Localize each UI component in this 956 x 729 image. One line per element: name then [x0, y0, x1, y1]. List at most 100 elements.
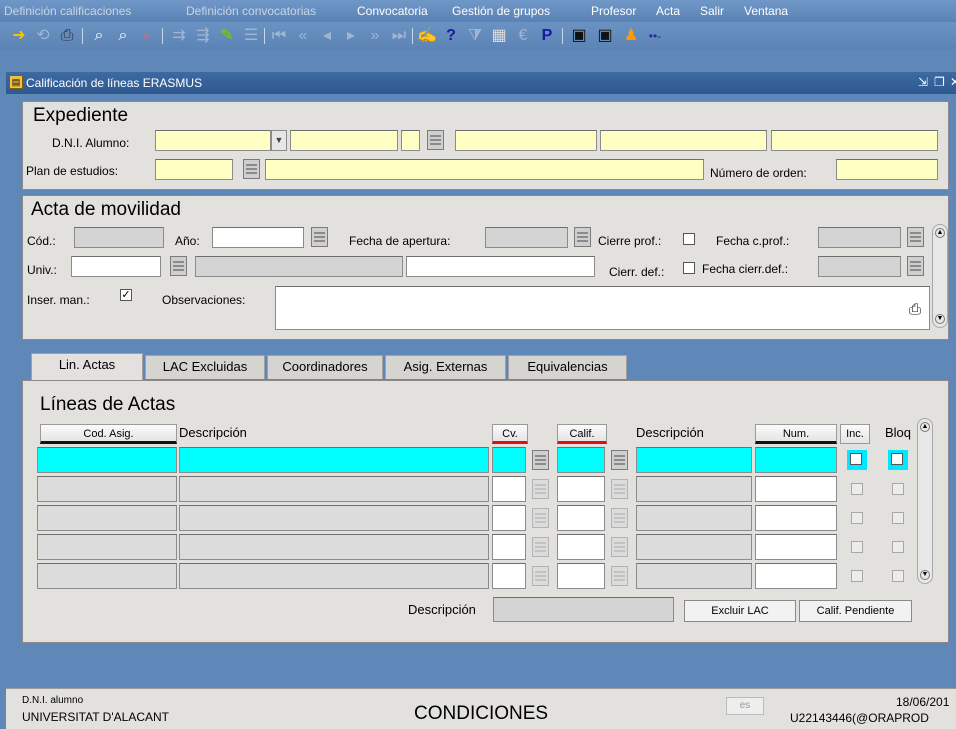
row-num-field[interactable]: [755, 563, 837, 589]
next-record-icon[interactable]: ▸: [340, 25, 362, 47]
dni-dropdown-arrow-icon[interactable]: ▼: [271, 130, 287, 151]
filter-icon[interactable]: ⧩: [464, 25, 486, 47]
row-calif-field[interactable]: [557, 534, 605, 560]
expediente-surname2-field[interactable]: [771, 130, 938, 151]
tab-lac-excluidas[interactable]: LAC Excluidas: [145, 355, 265, 379]
col-cod-asig[interactable]: Cod. Asig.: [40, 424, 177, 444]
document-icon[interactable]: ▣: [568, 25, 590, 47]
prev-record-icon[interactable]: ◂: [316, 25, 338, 47]
row-calif-lov-button[interactable]: [611, 479, 628, 499]
first-record-icon[interactable]: ⏮: [268, 25, 290, 47]
col-calif[interactable]: Calif.: [557, 424, 607, 444]
fecha-cierr-def-calendar-button[interactable]: [907, 256, 924, 276]
observaciones-field[interactable]: [275, 286, 930, 330]
row-descripcion2-field[interactable]: [636, 447, 752, 473]
univ-field[interactable]: [71, 256, 161, 277]
list-icon[interactable]: ☰: [240, 25, 262, 47]
row-descripcion-field[interactable]: [179, 505, 489, 531]
row-inc-checkbox[interactable]: [851, 570, 863, 582]
col-inc[interactable]: Inc.: [840, 424, 870, 444]
row-num-field[interactable]: [755, 534, 837, 560]
univ-lov-button[interactable]: [170, 256, 187, 276]
row-cod-asig-field[interactable]: [37, 447, 177, 473]
univ-extra-field[interactable]: [406, 256, 595, 277]
row-bloq-checkbox[interactable]: [892, 541, 904, 553]
row-descripcion2-field[interactable]: [636, 563, 752, 589]
document2-icon[interactable]: ▣: [594, 25, 616, 47]
expediente-surname1-field[interactable]: [600, 130, 767, 151]
person-icon[interactable]: ♟: [620, 25, 642, 47]
anio-lov-button[interactable]: [311, 227, 328, 247]
expediente-name-field[interactable]: [455, 130, 597, 151]
minimize-icon[interactable]: ⇲: [918, 75, 928, 89]
col-num[interactable]: Num.: [755, 424, 837, 444]
edit-icon[interactable]: ✍: [416, 25, 438, 47]
row-calif-lov-button[interactable]: [611, 566, 628, 586]
row-bloq-checkbox[interactable]: [892, 570, 904, 582]
expediente-field-3[interactable]: [401, 130, 420, 151]
print-icon[interactable]: ⎙: [56, 25, 78, 47]
cierre-prof-checkbox[interactable]: [683, 233, 695, 245]
scroll-up-icon[interactable]: ▲: [935, 228, 945, 238]
euro-icon[interactable]: €: [512, 25, 534, 47]
row-cv-field[interactable]: [492, 476, 526, 502]
query-icon[interactable]: ⌕: [88, 25, 110, 47]
help-icon[interactable]: ?: [440, 25, 462, 47]
scroll-up-icon[interactable]: ▲: [920, 422, 930, 432]
tab-coordinadores[interactable]: Coordinadores: [267, 355, 383, 379]
anio-field[interactable]: [212, 227, 304, 248]
menu-ventana[interactable]: Ventana: [744, 4, 788, 18]
dni-alumno-field[interactable]: [155, 130, 271, 151]
insert-record-icon[interactable]: ⇉: [168, 25, 190, 47]
fecha-apertura-calendar-button[interactable]: [574, 227, 591, 247]
edit-record-icon[interactable]: ✎: [216, 25, 238, 47]
row-descripcion2-field[interactable]: [636, 476, 752, 502]
more-icon[interactable]: ••-: [644, 25, 666, 47]
scroll-down-icon[interactable]: ▼: [920, 570, 930, 580]
row-descripcion2-field[interactable]: [636, 534, 752, 560]
tab-asig-externas[interactable]: Asig. Externas: [385, 355, 506, 379]
row-cv-lov-button[interactable]: [532, 450, 549, 470]
exit-icon[interactable]: ➜: [8, 25, 30, 47]
row-cod-asig-field[interactable]: [37, 476, 177, 502]
tool-p-icon[interactable]: P: [536, 25, 558, 47]
expediente-lov-button[interactable]: [427, 130, 444, 150]
row-cv-lov-button[interactable]: [532, 537, 549, 557]
scroll-down-icon[interactable]: ▼: [935, 314, 945, 324]
plan-lov-button[interactable]: [243, 159, 260, 179]
row-bloq-checkbox[interactable]: [892, 512, 904, 524]
row-calif-lov-button[interactable]: [611, 537, 628, 557]
row-descripcion-field[interactable]: [179, 447, 489, 473]
excluir-lac-button[interactable]: Excluir LAC: [684, 600, 796, 622]
row-inc-checkbox[interactable]: [851, 541, 863, 553]
last-record-icon[interactable]: ⏭: [388, 25, 410, 47]
row-descripcion2-field[interactable]: [636, 505, 752, 531]
menu-profesor[interactable]: Profesor: [591, 4, 636, 18]
cierr-def-checkbox[interactable]: [683, 262, 695, 274]
refresh-icon[interactable]: ⟲: [32, 25, 54, 47]
row-cv-field[interactable]: [492, 505, 526, 531]
print-observaciones-icon[interactable]: ⎙: [904, 299, 926, 321]
row-cv-field[interactable]: [492, 534, 526, 560]
calif-pendiente-button[interactable]: Calif. Pendiente: [799, 600, 912, 622]
row-cv-field[interactable]: [492, 447, 526, 473]
row-cv-field[interactable]: [492, 563, 526, 589]
row-inc-checkbox[interactable]: [851, 512, 863, 524]
row-calif-field[interactable]: [557, 505, 605, 531]
restore-icon[interactable]: ❐: [934, 75, 945, 89]
menu-convocatoria[interactable]: Convocatoria: [357, 4, 428, 18]
row-cod-asig-field[interactable]: [37, 563, 177, 589]
row-cod-asig-field[interactable]: [37, 505, 177, 531]
row-num-field[interactable]: [755, 447, 837, 473]
row-descripcion-field[interactable]: [179, 476, 489, 502]
row-num-field[interactable]: [755, 476, 837, 502]
fecha-cprof-calendar-button[interactable]: [907, 227, 924, 247]
row-bloq-checkbox[interactable]: [892, 483, 904, 495]
next-block-icon[interactable]: »: [364, 25, 386, 47]
row-calif-lov-button[interactable]: [611, 508, 628, 528]
lineas-scrollbar[interactable]: ▲ ▼: [917, 418, 933, 584]
row-cv-lov-button[interactable]: [532, 508, 549, 528]
tab-lin-actas[interactable]: Lin. Actas: [31, 353, 143, 381]
menu-salir[interactable]: Salir: [700, 4, 724, 18]
plan-estudios-field[interactable]: [155, 159, 233, 180]
